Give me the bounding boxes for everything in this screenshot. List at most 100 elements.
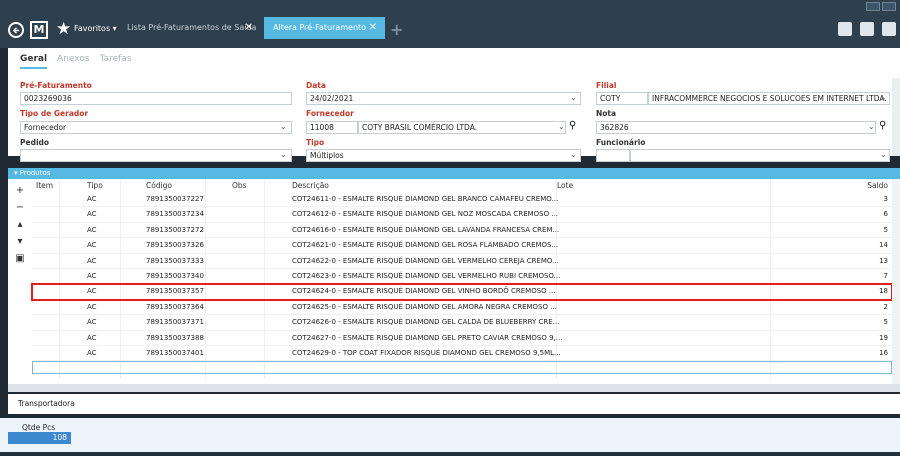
chevron-down-icon[interactable]: ⌄ xyxy=(280,122,287,131)
form-scrollbar[interactable] xyxy=(892,78,900,156)
table-row[interactable]: AC 7891350037227 COT24611-0 - ESMALTE RISQ… xyxy=(32,192,892,208)
table-row[interactable]: AC 7891350037333 COT24622-0 - ESMALTE RISQ… xyxy=(32,254,892,269)
close-icon[interactable]: ✕ xyxy=(369,17,377,39)
grid-icon[interactable]: ▣ xyxy=(12,253,28,264)
new-row[interactable] xyxy=(32,361,892,375)
favorites-menu[interactable]: Favoritos ▾ xyxy=(74,24,117,33)
close-icon[interactable]: ✕ xyxy=(245,17,253,39)
cell-tipo: AC xyxy=(87,195,97,203)
cell-tipo: AC xyxy=(87,210,97,219)
cell-saldo: 3 xyxy=(883,195,888,203)
pedido-label: Pedido xyxy=(20,138,50,147)
nota-field[interactable]: 362826 xyxy=(596,121,876,134)
form-panel: Geral Anexos Tarefas Pré-Faturamento 002… xyxy=(8,48,900,162)
tab-altera-pre-faturamento[interactable]: Altera Pré-Faturamento ✕ xyxy=(264,17,385,39)
top-right-icons xyxy=(838,22,896,36)
qtde-pcs-value: 108 xyxy=(8,432,71,444)
cell-codigo: 7891350037227 xyxy=(146,195,204,203)
settings-icon[interactable] xyxy=(882,22,896,36)
tipo-select[interactable]: Múltiplos xyxy=(306,149,581,162)
cell-tipo: AC xyxy=(87,225,97,234)
fornecedor-code-field[interactable]: 11008 xyxy=(306,121,358,134)
chevron-down-icon[interactable]: ⌄ xyxy=(280,150,287,159)
tab-tarefas[interactable]: Tarefas xyxy=(100,54,132,69)
table-row[interactable]: AC 7891350037234 COT24612-0 - ESMALTE RISQ… xyxy=(32,207,892,223)
remove-row-icon[interactable]: − xyxy=(12,202,28,213)
header-item[interactable]: Item xyxy=(36,181,53,190)
header-codigo[interactable]: Código xyxy=(146,181,172,190)
table-row[interactable]: AC 7891350037340 COT24623-0 - ESMALTE RISQ… xyxy=(32,269,892,285)
fornecedor-name-field[interactable]: COTY BRASIL COMÉRCIO LTDA. xyxy=(358,121,566,134)
minimize-button[interactable] xyxy=(866,2,880,11)
transportadora-section[interactable]: Transportadora xyxy=(8,394,900,414)
app-logo[interactable]: M xyxy=(30,21,48,39)
star-icon[interactable]: ★ xyxy=(56,19,71,39)
funcionario-name-field[interactable] xyxy=(630,149,890,162)
filial-code-field[interactable]: COTY xyxy=(596,92,648,105)
table-row[interactable]: AC 7891350037371 COT24626-0 - ESMALTE RISQ… xyxy=(32,315,892,331)
cell-descricao: COT24611-0 - ESMALTE RISQUÉ DIAMOND GEL … xyxy=(292,195,559,203)
header-saldo[interactable]: Saldo xyxy=(867,181,888,190)
clipboard-icon[interactable] xyxy=(838,22,852,36)
footer: Qtde Pcs 108 xyxy=(0,418,900,456)
table-row[interactable]: AC 7891350037272 COT24616-0 - ESMALTE RISQ… xyxy=(32,223,892,239)
chevron-down-icon[interactable]: ⌄ xyxy=(558,122,565,131)
add-row-icon[interactable]: + xyxy=(12,185,28,196)
search-icon[interactable]: ⚲ xyxy=(569,120,576,131)
cell-tipo: AC xyxy=(87,333,97,342)
filial-name-field[interactable]: INFRACOMMERCE NEGOCIOS E SOLUCOES EM INT… xyxy=(648,92,890,105)
add-tab-icon[interactable]: + xyxy=(390,20,403,39)
cell-tipo: AC xyxy=(87,318,97,327)
cell-saldo: 13 xyxy=(879,256,888,265)
grid-scrollbar[interactable] xyxy=(892,179,900,384)
produtos-header[interactable]: ▾ Produtos xyxy=(8,168,900,179)
pre-faturamento-field[interactable]: 0023269036 xyxy=(20,92,292,105)
tipo-label: Tipo xyxy=(306,138,325,147)
table-row[interactable]: AC 7891350037326 COT24621-0 - ESMALTE RISQ… xyxy=(32,238,892,254)
tab-lista-pre-faturamentos[interactable]: Lista Pré-Faturamentos de Saída ✕ xyxy=(118,17,261,39)
favorites-label: Favoritos xyxy=(74,24,111,33)
tab-geral[interactable]: Geral xyxy=(20,54,48,69)
move-down-icon[interactable]: ▾ xyxy=(12,236,28,247)
sub-tabs: Geral Anexos Tarefas xyxy=(20,54,132,69)
cell-codigo: 7891350037357 xyxy=(146,287,204,296)
table-row[interactable]: AC 7891350037357 COT24624-0 - ESMALTE RISQ… xyxy=(31,283,893,301)
chevron-down-icon[interactable]: ⌄ xyxy=(880,150,887,159)
table-row[interactable]: AC 7891350037401 COT24629-0 - TOP COAT FIX… xyxy=(32,346,892,362)
tab-label: Lista Pré-Faturamentos de Saída xyxy=(127,23,257,32)
table-row[interactable]: AC 7891350037364 COT24625-0 - ESMALTE RISQ… xyxy=(32,300,892,316)
cell-saldo: 19 xyxy=(879,333,888,342)
table-row[interactable]: AC 7891350037388 COT24627-0 - ESMALTE RISQ… xyxy=(32,331,892,346)
favorites-arrow-icon: ▾ xyxy=(112,24,117,33)
chevron-down-icon[interactable]: ⌄ xyxy=(868,122,875,131)
tipo-gerador-select[interactable]: Fornecedor xyxy=(20,121,292,134)
header-lote[interactable]: Lote xyxy=(557,181,573,190)
cell-codigo: 7891350037371 xyxy=(146,318,204,327)
header-descricao[interactable]: Descrição xyxy=(292,181,329,190)
funcionario-label: Funcionário xyxy=(596,138,646,147)
qtde-pcs-label: Qtde Pcs xyxy=(22,423,56,432)
funcionario-code-field[interactable] xyxy=(596,149,630,162)
header-tipo[interactable]: Tipo xyxy=(87,181,103,190)
data-field[interactable]: 24/02/2021 xyxy=(306,92,581,105)
produtos-grid-area: + − ▴ ▾ ▣ Item Tipo Código Obs Descrição… xyxy=(8,179,900,384)
grid-horizontal-scrollbar[interactable] xyxy=(8,384,900,392)
header-obs[interactable]: Obs xyxy=(232,181,247,190)
cell-tipo: AC xyxy=(87,348,97,357)
maximize-button[interactable] xyxy=(882,2,896,11)
chat-icon[interactable] xyxy=(860,22,874,36)
grid-toolbar: + − ▴ ▾ ▣ xyxy=(8,179,32,384)
tab-anexos[interactable]: Anexos xyxy=(57,54,89,69)
chevron-down-icon[interactable]: ⌄ xyxy=(570,150,577,159)
tab-label: Altera Pré-Faturamento xyxy=(273,23,367,32)
taskbar xyxy=(0,452,900,456)
back-arrow-icon[interactable] xyxy=(8,22,24,38)
cell-descricao: COT24616-0 - ESMALTE RISQUÉ DIAMOND GEL … xyxy=(292,225,560,234)
chevron-down-icon[interactable]: ⌄ xyxy=(570,93,577,102)
pedido-select[interactable] xyxy=(20,149,292,162)
cell-tipo: AC xyxy=(87,271,97,280)
chevron-down-icon[interactable]: ⌄ xyxy=(880,93,887,102)
search-icon[interactable]: ⚲ xyxy=(879,120,886,131)
move-up-icon[interactable]: ▴ xyxy=(12,219,28,230)
table-body: AC 7891350037227 COT24611-0 - ESMALTE RISQ… xyxy=(31,192,893,362)
